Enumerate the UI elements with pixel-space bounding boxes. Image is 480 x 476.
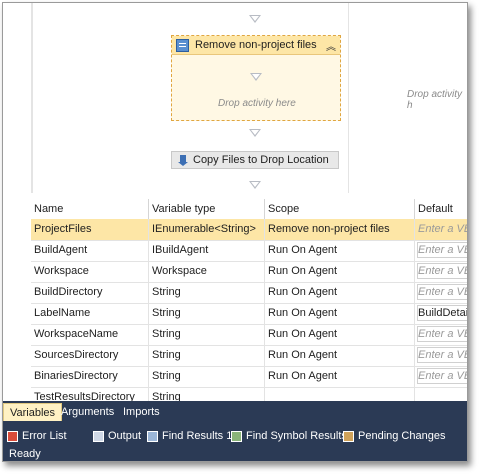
copy-files-icon bbox=[178, 154, 188, 166]
default-value-text: BuildDetail. bbox=[418, 307, 467, 319]
cell-scope[interactable]: Run On Agent bbox=[265, 261, 415, 282]
default-value-text: Enter a VB bbox=[418, 370, 467, 382]
default-value-text: Enter a VB bbox=[418, 265, 467, 277]
table-row[interactable]: LabelNameStringRun On AgentBuildDetail. bbox=[31, 303, 467, 325]
cell-type[interactable]: Workspace bbox=[149, 261, 265, 282]
cell-scope[interactable]: Run On Agent bbox=[265, 324, 415, 345]
collapse-icon[interactable]: ︽ bbox=[326, 38, 336, 53]
designer-tab-strip: Variables Arguments Imports bbox=[3, 401, 467, 421]
cell-name[interactable]: BuildAgent bbox=[31, 240, 149, 261]
tab-variables[interactable]: Variables bbox=[3, 403, 63, 421]
cell-default[interactable]: Enter a VB bbox=[415, 366, 467, 387]
table-row[interactable]: BuildDirectory String Run On Agent Enter a … bbox=[31, 282, 467, 304]
output-icon bbox=[93, 430, 104, 442]
find-results-label: Find Results 1 bbox=[162, 430, 233, 442]
cell-type[interactable]: String bbox=[149, 282, 265, 303]
table-row[interactable]: BuildAgent IBuildAgent Run On Agent Enter a… bbox=[31, 240, 467, 262]
sequence-activity-header[interactable]: Remove non-project files ︽ bbox=[172, 36, 340, 55]
cell-default[interactable] bbox=[415, 387, 467, 401]
column-header-variable-type[interactable]: Variable type bbox=[149, 199, 265, 219]
cell-type[interactable]: String bbox=[149, 345, 265, 366]
tool-window-strip: Error List Output Find Results 1 Find Sy… bbox=[3, 421, 467, 447]
default-value-text: Enter a VB bbox=[418, 349, 467, 361]
cell-type[interactable]: String bbox=[149, 303, 265, 324]
workflow-designer-window: Remove non-project files ︽ Drop activity… bbox=[2, 2, 468, 462]
status-bar: Ready bbox=[3, 447, 467, 461]
cell-name[interactable]: WorkspaceName bbox=[31, 324, 149, 345]
output-button[interactable]: Output bbox=[93, 429, 141, 443]
cell-default[interactable]: Enter a VB bbox=[415, 345, 467, 366]
default-value-text: Enter a VB bbox=[418, 223, 467, 235]
cell-type[interactable]: IEnumerable<String> bbox=[149, 219, 265, 240]
error-list-icon bbox=[7, 430, 18, 442]
tab-arguments[interactable]: Arguments bbox=[55, 403, 120, 421]
workflow-canvas[interactable]: Remove non-project files ︽ Drop activity… bbox=[3, 3, 467, 193]
sequence-icon bbox=[176, 38, 189, 52]
cell-type[interactable]: String bbox=[149, 324, 265, 345]
table-row[interactable]: Workspace Workspace Run On Agent Enter a VB bbox=[31, 261, 467, 283]
cell-scope[interactable]: Run On Agent bbox=[265, 345, 415, 366]
table-row[interactable]: WorkspaceName String Run On Agent Enter a V… bbox=[31, 324, 467, 346]
cell-name[interactable]: TestResultsDirectory bbox=[31, 387, 149, 401]
error-list-label: Error List bbox=[22, 430, 67, 442]
cell-name[interactable]: LabelName bbox=[31, 303, 149, 324]
pending-changes-icon bbox=[343, 430, 354, 442]
cell-name[interactable]: Workspace bbox=[31, 261, 149, 282]
find-results-button[interactable]: Find Results 1 bbox=[147, 429, 232, 443]
column-header-default[interactable]: Default bbox=[415, 199, 467, 219]
cell-default[interactable]: Enter a VB bbox=[415, 219, 467, 240]
variables-grid: Name Variable type Scope Default Project… bbox=[31, 199, 467, 401]
column-header-scope[interactable]: Scope bbox=[265, 199, 415, 219]
cell-type[interactable]: String bbox=[149, 366, 265, 387]
flow-arrow-icon bbox=[249, 15, 261, 23]
default-value-text: Enter a VB bbox=[418, 328, 467, 340]
drop-zone-text[interactable]: Drop activity here bbox=[218, 98, 296, 109]
default-value-text: Enter a VB bbox=[418, 286, 467, 298]
flow-arrow-icon bbox=[249, 181, 261, 189]
table-row[interactable]: TestResultsDirectory String bbox=[31, 387, 467, 401]
cell-type[interactable]: String bbox=[149, 387, 265, 401]
cell-scope[interactable]: Remove non-project files bbox=[265, 219, 415, 240]
find-results-icon bbox=[147, 430, 158, 442]
left-lane-divider bbox=[31, 3, 33, 193]
cell-default[interactable]: Enter a VB bbox=[415, 240, 467, 261]
activity-title: Remove non-project files bbox=[195, 39, 317, 51]
sequence-activity[interactable]: Remove non-project files ︽ Drop activity… bbox=[171, 35, 341, 121]
pending-changes-label: Pending Changes bbox=[358, 430, 446, 442]
table-row[interactable]: ProjectFiles IEnumerable<String> Remove no… bbox=[31, 219, 467, 241]
output-label: Output bbox=[108, 430, 142, 442]
table-row[interactable]: SourcesDirectory String Run On Agent Enter … bbox=[31, 345, 467, 367]
default-value-text: Enter a VB bbox=[418, 244, 467, 256]
cell-scope[interactable]: Run On Agent bbox=[265, 366, 415, 387]
find-symbol-results-label: Find Symbol Results bbox=[246, 430, 347, 442]
cell-scope[interactable] bbox=[265, 387, 415, 401]
cell-default[interactable]: Enter a VB bbox=[415, 324, 467, 345]
flow-arrow-icon bbox=[249, 129, 261, 137]
cell-name[interactable]: SourcesDirectory bbox=[31, 345, 149, 366]
cell-default[interactable]: Enter a VB bbox=[415, 282, 467, 303]
cell-default[interactable]: Enter a VB bbox=[415, 261, 467, 282]
cell-scope[interactable]: Run On Agent bbox=[265, 303, 415, 324]
cell-default[interactable]: BuildDetail. bbox=[415, 303, 467, 324]
grid-header: Name Variable type Scope Default bbox=[31, 199, 467, 220]
copy-files-label: Copy Files to Drop Location bbox=[193, 154, 329, 166]
cell-name[interactable]: ProjectFiles bbox=[31, 219, 149, 240]
column-header-name[interactable]: Name bbox=[31, 199, 149, 219]
find-symbol-icon bbox=[231, 430, 242, 442]
tab-imports[interactable]: Imports bbox=[117, 403, 166, 421]
find-symbol-results-button[interactable]: Find Symbol Results bbox=[231, 429, 347, 443]
right-lane-divider bbox=[348, 3, 349, 193]
drop-zone-text-right[interactable]: Drop activity h bbox=[407, 89, 467, 111]
copy-files-activity[interactable]: Copy Files to Drop Location bbox=[171, 151, 339, 169]
pending-changes-button[interactable]: Pending Changes bbox=[343, 429, 445, 443]
cell-name[interactable]: BuildDirectory bbox=[31, 282, 149, 303]
table-row[interactable]: BinariesDirectory String Run On Agent Enter… bbox=[31, 366, 467, 388]
cell-scope[interactable]: Run On Agent bbox=[265, 282, 415, 303]
flow-arrow-icon bbox=[250, 73, 262, 81]
error-list-button[interactable]: Error List bbox=[7, 429, 67, 443]
cell-type[interactable]: IBuildAgent bbox=[149, 240, 265, 261]
cell-name[interactable]: BinariesDirectory bbox=[31, 366, 149, 387]
cell-scope[interactable]: Run On Agent bbox=[265, 240, 415, 261]
